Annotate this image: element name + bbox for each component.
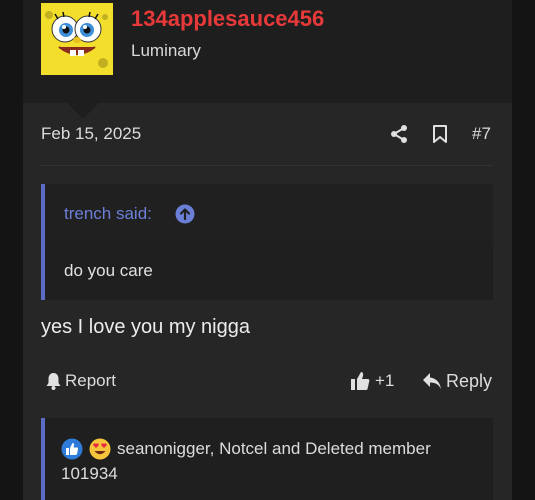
right-gutter (512, 0, 535, 500)
quote-header: trench said: (45, 184, 493, 243)
left-gutter (0, 0, 23, 500)
reply-label: Reply (446, 370, 493, 391)
avatar[interactable] (41, 3, 113, 75)
arrow-up-circle-icon[interactable] (175, 204, 195, 224)
spongebob-avatar-icon (41, 3, 113, 75)
reply-button[interactable]: Reply (422, 370, 492, 392)
reactions-block: seanonigger, Notcel and Deleted member 1… (41, 418, 493, 500)
user-title: Luminary (131, 41, 201, 60)
user-block: 134applesauce456 Luminary (23, 0, 512, 103)
quote-author[interactable]: trench said: (64, 204, 152, 224)
user-block-arrow (67, 103, 99, 119)
post-container: 134applesauce456 Luminary Feb 15, 2025 #… (23, 0, 512, 500)
username[interactable]: 134applesauce456 (131, 6, 324, 32)
divider (41, 165, 493, 166)
report-label: Report (65, 371, 117, 390)
reply-arrow-icon (423, 373, 441, 389)
post-number[interactable]: #7 (472, 124, 491, 144)
thumbs-up-icon (351, 372, 370, 390)
post-date[interactable]: Feb 15, 2025 (41, 124, 141, 144)
report-button[interactable]: Report (45, 370, 116, 392)
reaction-users[interactable]: seanonigger, Notcel and Deleted member 1… (61, 436, 481, 486)
post-message: yes I love you my nigga (41, 316, 250, 338)
bookmark-icon[interactable] (432, 124, 448, 144)
bell-icon (46, 373, 61, 390)
like-count: +1 (375, 371, 395, 390)
like-button[interactable]: +1 (350, 370, 394, 392)
share-icon[interactable] (389, 124, 409, 144)
quote-block: trench said: do you care (41, 184, 493, 300)
quote-body: do you care (64, 261, 153, 280)
